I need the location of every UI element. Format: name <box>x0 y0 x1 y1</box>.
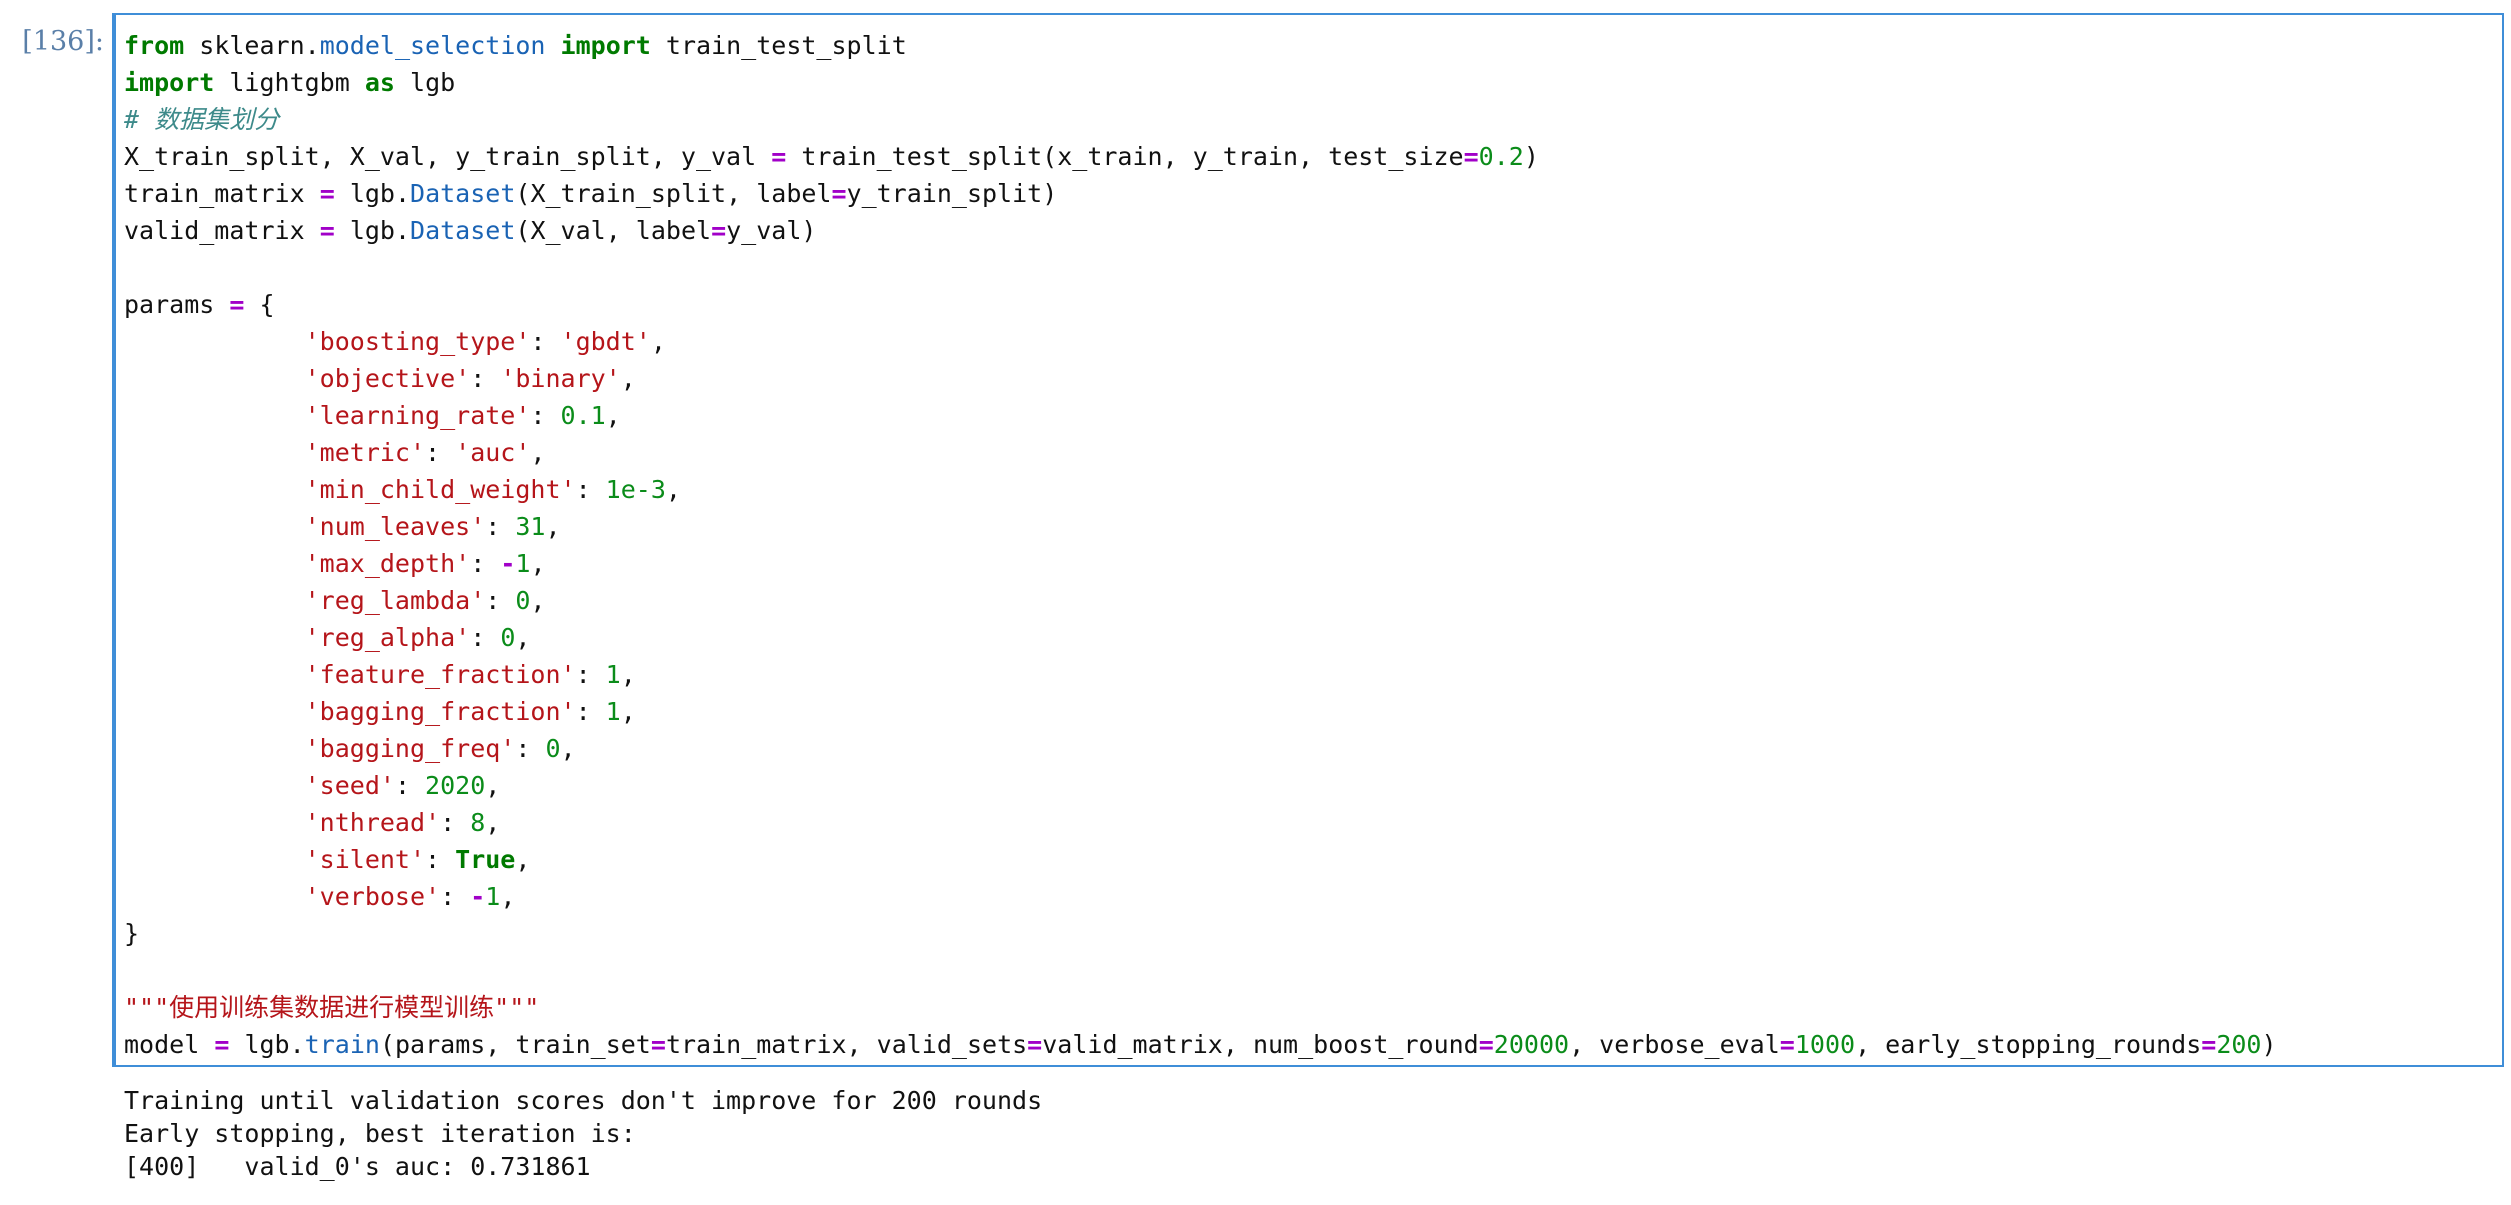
output-line: [400] valid_0's auc: 0.731861 <box>124 1152 591 1181</box>
params-key: 'reg_lambda' <box>304 586 486 615</box>
code-docstring: """使用训练集数据进行模型训练""" <box>124 993 540 1022</box>
params-key: 'reg_alpha' <box>304 623 471 652</box>
code-line: valid_matrix = lgb.Dataset(X_val, label=… <box>124 216 817 245</box>
params-value: 'auc' <box>455 438 531 467</box>
params-key: 'bagging_freq' <box>304 734 516 763</box>
params-key: 'seed' <box>304 771 395 800</box>
output-line: Training until validation scores don't i… <box>124 1086 1043 1115</box>
params-entry: 'nthread': 8, <box>304 808 501 837</box>
params-key: 'num_leaves' <box>304 512 486 541</box>
params-key: 'learning_rate' <box>304 401 531 430</box>
params-key: 'feature_fraction' <box>304 660 576 689</box>
params-key: 'min_child_weight' <box>304 475 576 504</box>
params-dict-body: 'boosting_type': 'gbdt', 'objective': 'b… <box>124 327 681 911</box>
params-key: 'nthread' <box>304 808 441 837</box>
params-entry: 'metric': 'auc', <box>304 438 546 467</box>
params-value: 0 <box>500 623 516 652</box>
params-entry: 'min_child_weight': 1e-3, <box>304 475 681 504</box>
params-value: 1 <box>605 660 621 689</box>
cell-prompt: [136]: <box>22 26 104 57</box>
code-line: train_matrix = lgb.Dataset(X_train_split… <box>124 179 1058 208</box>
params-value: 2020 <box>425 771 486 800</box>
params-entry: 'reg_lambda': 0, <box>304 586 546 615</box>
params-entry: 'learning_rate': 0.1, <box>304 401 621 430</box>
params-key: 'verbose' <box>304 882 441 911</box>
code-line: import lightgbm as lgb <box>124 68 456 97</box>
params-entry: 'bagging_freq': 0, <box>304 734 576 763</box>
params-value: 8 <box>470 808 486 837</box>
params-value: 0.1 <box>560 401 606 430</box>
params-key: 'silent' <box>304 845 426 874</box>
params-value: 'binary' <box>500 364 621 393</box>
params-key: 'boosting_type' <box>304 327 531 356</box>
code-editor[interactable]: from sklearn.model_selection import trai… <box>124 27 2277 1063</box>
params-key: 'objective' <box>304 364 471 393</box>
params-entry: 'max_depth': -1, <box>304 549 546 578</box>
params-value: -1 <box>500 549 531 578</box>
params-entry: 'objective': 'binary', <box>304 364 636 393</box>
params-entry: 'silent': True, <box>304 845 531 874</box>
code-line: X_train_split, X_val, y_train_split, y_v… <box>124 142 1539 171</box>
code-line: } <box>124 919 140 948</box>
params-value: -1 <box>470 882 501 911</box>
params-entry: 'boosting_type': 'gbdt', <box>304 327 666 356</box>
params-value: 'gbdt' <box>560 327 651 356</box>
code-line: model = lgb.train(params, train_set=trai… <box>124 1030 2277 1059</box>
params-value: True <box>455 845 516 874</box>
params-key: 'max_depth' <box>304 549 471 578</box>
code-line: params = { <box>124 290 275 319</box>
code-line: from sklearn.model_selection import trai… <box>124 31 907 60</box>
output-line: Early stopping, best iteration is: <box>124 1119 636 1148</box>
params-entry: 'seed': 2020, <box>304 771 501 800</box>
params-entry: 'reg_alpha': 0, <box>304 623 531 652</box>
params-entry: 'feature_fraction': 1, <box>304 660 636 689</box>
params-value: 31 <box>515 512 546 541</box>
params-entry: 'num_leaves': 31, <box>304 512 561 541</box>
params-key: 'bagging_fraction' <box>304 697 576 726</box>
params-value: 0 <box>545 734 561 763</box>
params-key: 'metric' <box>304 438 426 467</box>
params-entry: 'verbose': -1, <box>304 882 516 911</box>
code-comment: # 数据集划分 <box>124 105 280 134</box>
params-value: 1 <box>605 697 621 726</box>
cell-output: Training until validation scores don't i… <box>124 1084 1042 1183</box>
params-value: 0 <box>515 586 531 615</box>
params-value: 1e-3 <box>605 475 666 504</box>
params-entry: 'bagging_fraction': 1, <box>304 697 636 726</box>
